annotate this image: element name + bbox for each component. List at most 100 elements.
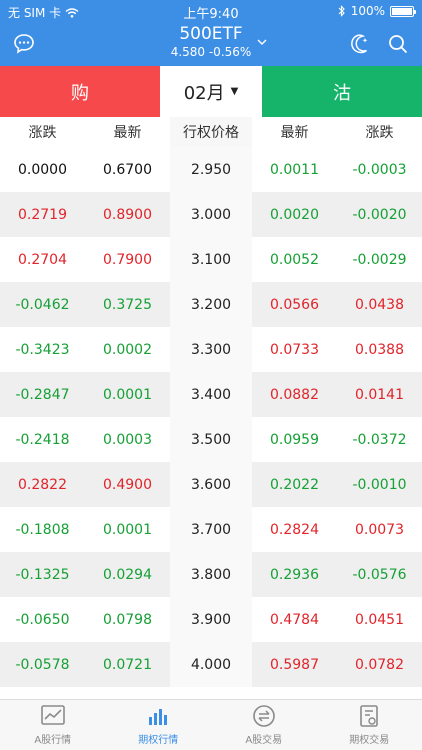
call-cells[interactable]: -0.2418 0.0003 (0, 417, 170, 462)
put-change-cell: 0.0438 (355, 296, 404, 313)
strike-price-cell: 3.300 (170, 327, 252, 372)
tab-a-share-quotes[interactable]: A股行情 (0, 700, 106, 750)
call-cells[interactable]: -0.0578 0.0721 (0, 642, 170, 687)
call-change-cell: 0.2719 (18, 206, 67, 223)
header-call-latest[interactable]: 最新 (85, 117, 170, 147)
status-bar: 无 SIM 卡 上午9:40 100% (0, 0, 422, 22)
put-latest-cell: 0.5987 (270, 656, 319, 673)
strike-price-cell: 3.600 (170, 462, 252, 507)
call-latest-cell: 0.0003 (103, 431, 152, 448)
chart-icon (40, 705, 65, 725)
call-change-cell: -0.0462 (15, 296, 70, 313)
put-change-cell: -0.0029 (352, 251, 407, 268)
option-type-selector: 购 02月 ▼ 沽 (0, 66, 422, 117)
put-cells[interactable]: 0.0052 -0.0029 (252, 237, 422, 282)
option-row[interactable]: -0.0578 0.0721 4.000 0.5987 0.0782 (0, 642, 422, 687)
battery-percent: 100% (350, 4, 385, 18)
put-cells[interactable]: 0.0959 -0.0372 (252, 417, 422, 462)
put-change-cell: 0.0388 (355, 341, 404, 358)
tab-a-share-trade[interactable]: A股交易 (211, 700, 317, 750)
option-row[interactable]: 0.2704 0.7900 3.100 0.0052 -0.0029 (0, 237, 422, 282)
call-change-cell: 0.2704 (18, 251, 67, 268)
header-put-latest[interactable]: 最新 (252, 117, 337, 147)
option-row[interactable]: -0.2418 0.0003 3.500 0.0959 -0.0372 (0, 417, 422, 462)
tab-label: A股交易 (245, 735, 283, 746)
tab-option-trade[interactable]: 期权交易 (317, 700, 422, 750)
option-row[interactable]: 0.0000 0.6700 2.950 0.0011 -0.0003 (0, 147, 422, 192)
put-change-cell: 0.0073 (355, 521, 404, 538)
night-mode-icon[interactable] (348, 32, 372, 56)
call-cells[interactable]: 0.2704 0.7900 (0, 237, 170, 282)
call-cells[interactable]: -0.0462 0.3725 (0, 282, 170, 327)
tab-label: A股行情 (34, 735, 72, 746)
put-change-cell: -0.0010 (352, 476, 407, 493)
option-row[interactable]: -0.0462 0.3725 3.200 0.0566 0.0438 (0, 282, 422, 327)
put-latest-cell: 0.0566 (270, 296, 319, 313)
search-icon[interactable] (386, 32, 410, 56)
put-cells[interactable]: 0.4784 0.0451 (252, 597, 422, 642)
call-cells[interactable]: -0.3423 0.0002 (0, 327, 170, 372)
call-change-cell: 0.0000 (18, 161, 67, 178)
column-headers: 涨跌 最新 行权价格 最新 涨跌 (0, 117, 422, 147)
call-change-cell: -0.1325 (15, 566, 70, 583)
put-latest-cell: 0.0011 (270, 161, 319, 178)
put-cells[interactable]: 0.0020 -0.0020 (252, 192, 422, 237)
strike-price-cell: 3.900 (170, 597, 252, 642)
put-latest-cell: 0.2824 (270, 521, 319, 538)
call-cells[interactable]: -0.0650 0.0798 (0, 597, 170, 642)
put-latest-cell: 0.0882 (270, 386, 319, 403)
put-latest-cell: 0.2022 (270, 476, 319, 493)
option-row[interactable]: -0.2847 0.0001 3.400 0.0882 0.0141 (0, 372, 422, 417)
strike-price-cell: 3.200 (170, 282, 252, 327)
option-row[interactable]: -0.3423 0.0002 3.300 0.0733 0.0388 (0, 327, 422, 372)
call-cells[interactable]: -0.2847 0.0001 (0, 372, 170, 417)
header-strike[interactable]: 行权价格 (170, 117, 252, 147)
option-row[interactable]: -0.0650 0.0798 3.900 0.4784 0.0451 (0, 597, 422, 642)
chevron-down-icon[interactable] (256, 36, 268, 48)
dropdown-triangle-icon: ▼ (230, 86, 239, 97)
call-cells[interactable]: -0.1325 0.0294 (0, 552, 170, 597)
call-latest-cell: 0.4900 (103, 476, 152, 493)
call-latest-cell: 0.0002 (103, 341, 152, 358)
call-latest-cell: 0.6700 (103, 161, 152, 178)
put-latest-cell: 0.2936 (270, 566, 319, 583)
option-row[interactable]: 0.2719 0.8900 3.000 0.0020 -0.0020 (0, 192, 422, 237)
tab-option-quotes[interactable]: 期权行情 (106, 700, 212, 750)
expiry-month-label: 02月 (183, 82, 225, 104)
call-tab[interactable]: 购 (0, 66, 160, 117)
put-change-cell: 0.0141 (355, 386, 404, 403)
put-tab[interactable]: 沽 (262, 66, 422, 117)
strike-price-cell: 3.400 (170, 372, 252, 417)
put-latest-cell: 0.0733 (270, 341, 319, 358)
expiry-month-select[interactable]: 02月 ▼ (160, 66, 262, 117)
call-latest-cell: 0.0001 (103, 521, 152, 538)
put-latest-cell: 0.4784 (270, 611, 319, 628)
put-cells[interactable]: 0.2022 -0.0010 (252, 462, 422, 507)
call-cells[interactable]: 0.0000 0.6700 (0, 147, 170, 192)
call-cells[interactable]: 0.2822 0.4900 (0, 462, 170, 507)
put-change-cell: -0.0020 (352, 206, 407, 223)
call-change-cell: -0.2418 (15, 431, 70, 448)
strike-price-cell: 3.700 (170, 507, 252, 552)
put-cells[interactable]: 0.0566 0.0438 (252, 282, 422, 327)
option-row[interactable]: 0.2822 0.4900 3.600 0.2022 -0.0010 (0, 462, 422, 507)
call-change-cell: -0.1808 (15, 521, 70, 538)
put-cells[interactable]: 0.2824 0.0073 (252, 507, 422, 552)
call-change-cell: -0.0578 (15, 656, 70, 673)
put-cells[interactable]: 0.5987 0.0782 (252, 642, 422, 687)
option-chain-table: 0.0000 0.6700 2.950 0.0011 -0.0003 0.2719 0.89… (0, 147, 422, 699)
put-cells[interactable]: 0.0733 0.0388 (252, 327, 422, 372)
call-cells[interactable]: -0.1808 0.0001 (0, 507, 170, 552)
put-cells[interactable]: 0.0882 0.0141 (252, 372, 422, 417)
header-put-change[interactable]: 涨跌 (337, 117, 422, 147)
strike-price-cell: 2.950 (170, 147, 252, 192)
tab-label: 期权交易 (349, 735, 390, 746)
option-row[interactable]: -0.1325 0.0294 3.800 0.2936 -0.0576 (0, 552, 422, 597)
option-row[interactable]: -0.1808 0.0001 3.700 0.2824 0.0073 (0, 507, 422, 552)
call-latest-cell: 0.0721 (103, 656, 152, 673)
call-cells[interactable]: 0.2719 0.8900 (0, 192, 170, 237)
header-call-change[interactable]: 涨跌 (0, 117, 85, 147)
strike-price-cell: 3.000 (170, 192, 252, 237)
put-cells[interactable]: 0.2936 -0.0576 (252, 552, 422, 597)
put-cells[interactable]: 0.0011 -0.0003 (252, 147, 422, 192)
